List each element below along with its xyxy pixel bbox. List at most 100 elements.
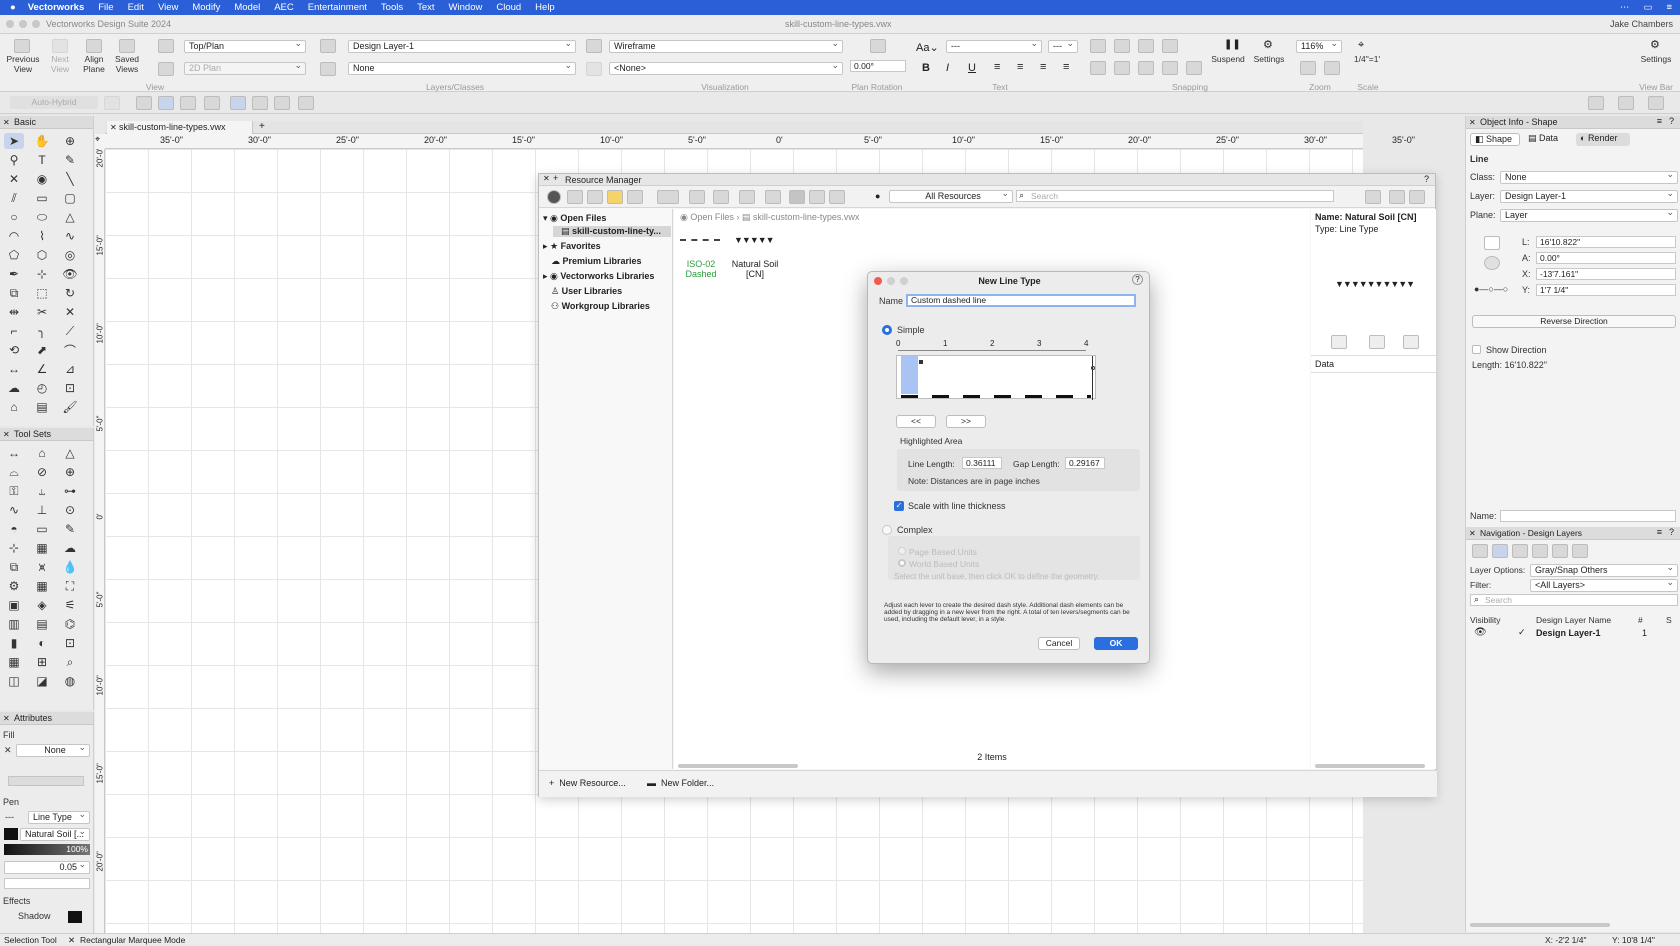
rm-home-folder-icon[interactable] bbox=[739, 190, 755, 204]
menu-view[interactable]: View bbox=[158, 2, 178, 13]
next-segment-button[interactable]: >> bbox=[946, 415, 986, 428]
saved-views-icon[interactable] bbox=[119, 39, 135, 53]
rm-resource-filter[interactable]: All Resources bbox=[889, 188, 1013, 203]
rm-add-icon[interactable]: + bbox=[553, 173, 558, 183]
mep-toolset-icon[interactable]: ⊶ bbox=[60, 483, 80, 499]
rm-settings-icon[interactable] bbox=[657, 190, 679, 204]
close-tab-icon[interactable]: ✕ bbox=[110, 121, 117, 134]
cable-toolset-icon[interactable]: ⛶ bbox=[60, 578, 80, 594]
survey-toolset-icon[interactable]: ∿ bbox=[4, 502, 24, 518]
scale-icon[interactable]: ⌖ bbox=[1358, 39, 1364, 52]
zoom-dropdown[interactable]: 116% bbox=[1296, 38, 1342, 53]
rm-favorites-icon[interactable] bbox=[607, 190, 623, 204]
tree-favorites[interactable]: ▸ ★ Favorites bbox=[543, 241, 601, 252]
line-tool-icon[interactable]: ╲ bbox=[60, 171, 80, 187]
position-grid-icon[interactable] bbox=[1484, 236, 1500, 250]
camera-tool-icon[interactable]: ⌂ bbox=[4, 399, 24, 415]
mode-icon[interactable] bbox=[104, 96, 120, 110]
line-type-dropdown[interactable]: Line Type bbox=[28, 809, 90, 824]
snap-surface-icon[interactable] bbox=[1186, 61, 1202, 75]
menu-help[interactable]: Help bbox=[535, 2, 555, 13]
shadow-label[interactable]: Shadow bbox=[18, 911, 51, 921]
cursor-icon[interactable] bbox=[1588, 96, 1604, 110]
flyover-tool-icon[interactable]: ⊕ bbox=[60, 133, 80, 149]
zoom-tool-icon[interactable]: ⚲ bbox=[4, 152, 24, 168]
photo-toolset-icon[interactable]: ◪ bbox=[32, 673, 52, 689]
menu-edit[interactable]: Edit bbox=[128, 2, 144, 13]
cancel-button[interactable]: Cancel bbox=[1038, 637, 1080, 650]
selection-mode-4-icon[interactable] bbox=[204, 96, 220, 110]
ok-button[interactable]: OK bbox=[1094, 637, 1138, 650]
protractor-tool-icon[interactable]: ◴ bbox=[32, 380, 52, 396]
selection-mode-2-icon[interactable] bbox=[158, 96, 174, 110]
layer-plane-icon[interactable] bbox=[1618, 96, 1634, 110]
tab-shape[interactable]: ◧ Shape bbox=[1470, 133, 1520, 146]
menu-modify[interactable]: Modify bbox=[192, 2, 220, 13]
ruler-origin-icon[interactable]: ⌖ bbox=[95, 134, 105, 149]
landmark-toolset-icon[interactable]: ⌬ bbox=[60, 616, 80, 632]
view-dropdown[interactable]: Top/Plan bbox=[184, 38, 306, 53]
site-toolset-icon[interactable]: ⌓ bbox=[4, 464, 24, 480]
layer-row[interactable]: 👁 ✓ Design Layer-1 1 bbox=[1466, 627, 1680, 640]
dash-lever-handle[interactable] bbox=[919, 360, 923, 364]
projection-dropdown[interactable]: 2D Plan bbox=[184, 60, 306, 75]
bold-icon[interactable]: B bbox=[922, 62, 930, 74]
preview-delete-icon[interactable] bbox=[1369, 335, 1385, 349]
view-icon[interactable] bbox=[158, 39, 174, 53]
tree-open-files[interactable]: ▾ ◉ Open Files bbox=[543, 213, 606, 224]
callout-tool-icon[interactable]: ✎ bbox=[60, 152, 80, 168]
font-dropdown[interactable]: --- bbox=[946, 38, 1042, 53]
freehand-tool-icon[interactable]: ∿ bbox=[60, 228, 80, 244]
col-stacking[interactable]: S bbox=[1666, 615, 1672, 625]
tab-render[interactable]: ◐ Render bbox=[1576, 133, 1630, 146]
selection-mode-1-icon[interactable] bbox=[136, 96, 152, 110]
pen-opacity-slider[interactable]: 100% bbox=[4, 844, 90, 855]
detailing-toolset-icon[interactable]: △ bbox=[60, 445, 80, 461]
nav-search-input[interactable]: Search bbox=[1470, 594, 1678, 606]
machine-toolset-icon[interactable]: ⚙ bbox=[4, 578, 24, 594]
close-window-icon[interactable] bbox=[6, 20, 14, 28]
snap-settings-button[interactable]: Settings bbox=[1250, 54, 1288, 64]
preview-render-icon[interactable] bbox=[1331, 335, 1347, 349]
double-polygon-tool-icon[interactable]: ⬠ bbox=[4, 247, 24, 263]
next-view-button[interactable]: Next View bbox=[46, 54, 74, 74]
viewport-icon[interactable] bbox=[586, 62, 602, 76]
navigation-title[interactable]: Navigation - Design Layers bbox=[1466, 527, 1680, 540]
snap-distance-icon[interactable] bbox=[1090, 61, 1106, 75]
zoom-window-icon[interactable] bbox=[32, 20, 40, 28]
pen-toolset-icon[interactable]: ✎ bbox=[60, 521, 80, 537]
horizontal-ruler[interactable]: 35'-0" 30'-0" 25'-0" 20'-0" 15'-0" 10'-0" 5'-0… bbox=[105, 134, 1415, 149]
fastening-toolset-icon[interactable]: ⊹ bbox=[4, 540, 24, 556]
rm-user-icon[interactable] bbox=[587, 190, 603, 204]
plant-toolset-icon[interactable]: ⊥ bbox=[32, 502, 52, 518]
line-thickness-dropdown[interactable]: 0.05 bbox=[4, 859, 90, 874]
oi-help-icon[interactable]: ? bbox=[1669, 116, 1674, 126]
rectangle-tool-icon[interactable]: ▭ bbox=[32, 190, 52, 206]
align-right-icon[interactable]: ≡ bbox=[1040, 61, 1046, 73]
col-number[interactable]: # bbox=[1638, 615, 1643, 625]
zoom-fit-icon[interactable] bbox=[1300, 61, 1316, 75]
structural-toolset-icon[interactable]: ⊡ bbox=[60, 635, 80, 651]
layer-dropdown[interactable]: Design Layer-1 bbox=[348, 38, 576, 53]
marquee-lasso-icon[interactable] bbox=[252, 96, 268, 110]
menu-cloud[interactable]: Cloud bbox=[496, 2, 521, 13]
tree-premium[interactable]: ☁ Premium Libraries bbox=[551, 256, 642, 267]
stake-toolset-icon[interactable]: ⊙ bbox=[60, 502, 80, 518]
polyline-tool-icon[interactable]: ⌇ bbox=[32, 228, 52, 244]
L-field[interactable]: 16'10.822" bbox=[1536, 236, 1676, 248]
camera-toolset-icon[interactable]: ◫ bbox=[4, 673, 24, 689]
breadcrumb-open-files[interactable]: Open Files bbox=[690, 212, 734, 222]
snap-point-icon[interactable] bbox=[1138, 61, 1154, 75]
zoom-page-icon[interactable] bbox=[1324, 61, 1340, 75]
marquee-poly-icon[interactable] bbox=[274, 96, 290, 110]
spiral-tool-icon[interactable]: ◎ bbox=[60, 247, 80, 263]
render-mode-dropdown[interactable]: Wireframe bbox=[609, 38, 843, 53]
align-plane-button[interactable]: Align Plane bbox=[80, 54, 108, 74]
rotate-tool-icon[interactable]: ↻ bbox=[60, 285, 80, 301]
line-direction-icon[interactable]: ●—○—○ bbox=[1474, 284, 1508, 294]
line-length-input[interactable]: 0.36111 bbox=[962, 457, 1002, 469]
push-pull-tool-icon[interactable]: ⬈ bbox=[32, 342, 52, 358]
visibility-eye-icon[interactable]: 👁 bbox=[1474, 627, 1487, 638]
nav-symbols-icon[interactable] bbox=[1552, 544, 1568, 558]
menu-entertainment[interactable]: Entertainment bbox=[308, 2, 367, 13]
